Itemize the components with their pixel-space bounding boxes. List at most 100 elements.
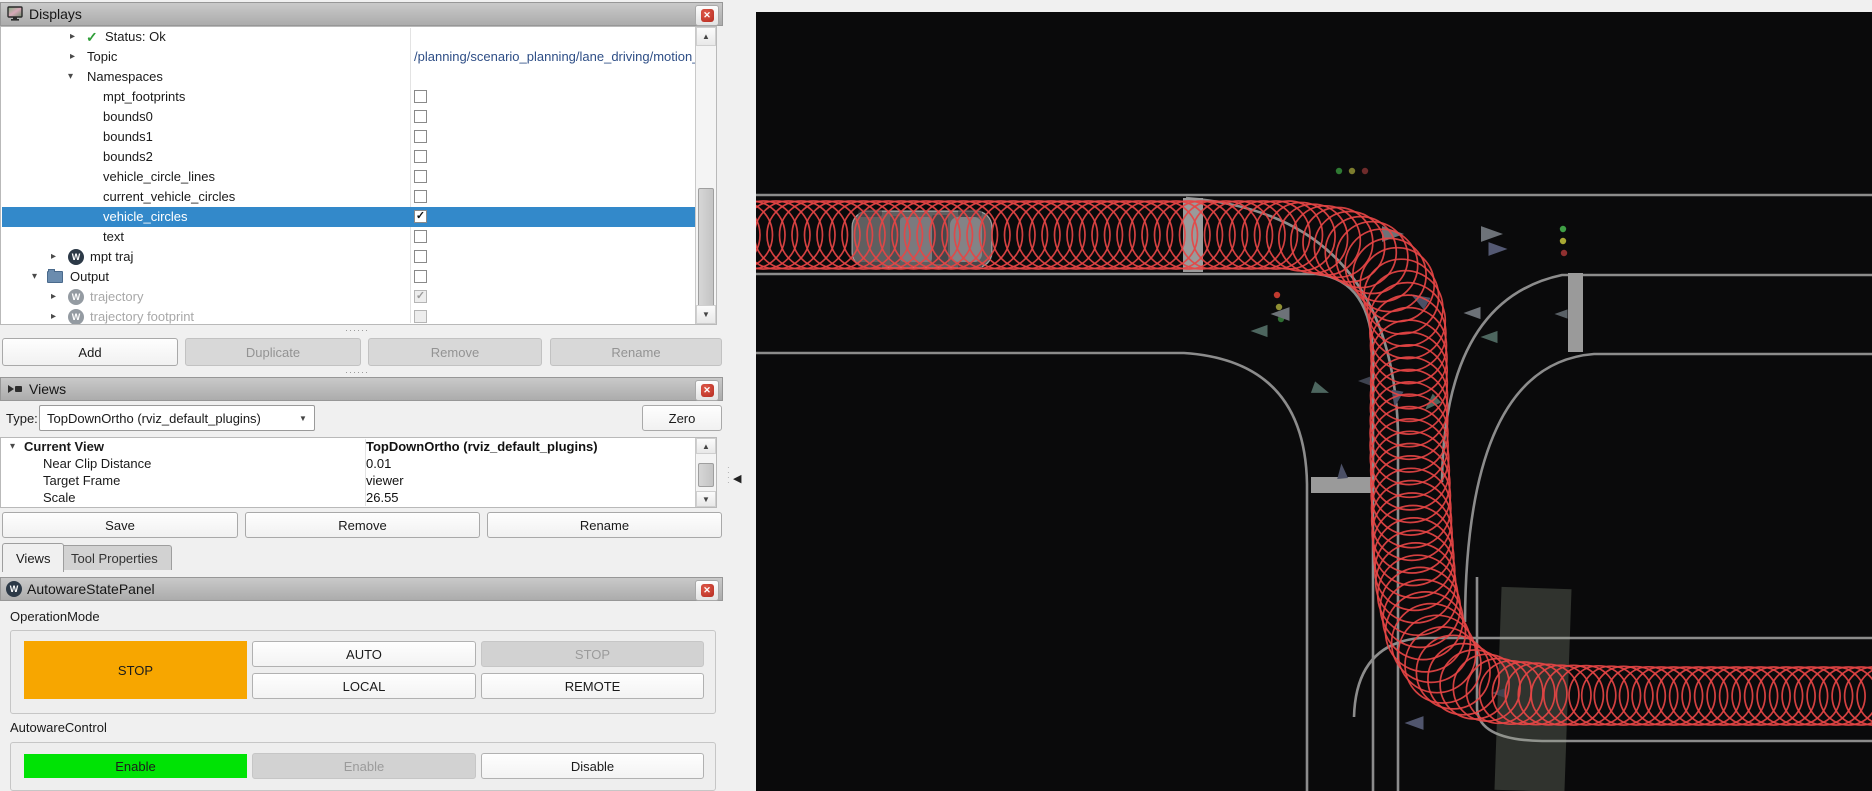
checkbox[interactable] bbox=[414, 190, 427, 203]
tree-row-bounds2[interactable]: bounds2 bbox=[2, 147, 715, 167]
operation-mode-status: STOP bbox=[24, 641, 247, 699]
close-icon: ✕ bbox=[701, 9, 714, 22]
property-row-near-clip[interactable]: Near Clip Distance 0.01 bbox=[2, 455, 694, 472]
expander-icon[interactable]: ▸ bbox=[51, 247, 56, 267]
checkbox[interactable] bbox=[414, 230, 427, 243]
local-button[interactable]: LOCAL bbox=[252, 673, 476, 699]
tree-row-mpt-footprints[interactable]: mpt_footprints bbox=[2, 87, 715, 107]
displays-close-button[interactable]: ✕ bbox=[695, 5, 719, 26]
checkbox[interactable] bbox=[414, 310, 427, 323]
current-view-table[interactable]: ▾ Current View TopDownOrtho (rviz_defaul… bbox=[0, 437, 717, 508]
rename-button[interactable]: Rename bbox=[550, 338, 722, 366]
tree-row-status[interactable]: ▸ ✓ Status: Ok bbox=[2, 27, 715, 47]
add-button[interactable]: Add bbox=[2, 338, 178, 366]
expander-icon[interactable]: ▸ bbox=[70, 47, 75, 67]
enable-button[interactable]: Enable bbox=[252, 753, 476, 779]
tab-tool-properties[interactable]: Tool Properties bbox=[57, 545, 172, 570]
autoware-panel-header[interactable]: W AutowareStatePanel ✕ bbox=[0, 577, 723, 601]
close-icon: ✕ bbox=[701, 384, 714, 397]
remove-button[interactable]: Remove bbox=[368, 338, 542, 366]
scroll-up-icon[interactable]: ▲ bbox=[696, 438, 716, 454]
checkbox[interactable] bbox=[414, 130, 427, 143]
traffic-light-dot bbox=[1336, 168, 1342, 174]
topic-value[interactable]: /planning/scenario_planning/lane_driving… bbox=[414, 47, 710, 67]
tree-row-bounds1[interactable]: bounds1 bbox=[2, 127, 715, 147]
tree-row-bounds0[interactable]: bounds0 bbox=[2, 107, 715, 127]
autoware-logo-icon: W bbox=[6, 581, 22, 597]
traffic-light-dot bbox=[1560, 226, 1566, 232]
displays-icon bbox=[6, 6, 23, 23]
tree-row-vehicle-circle-lines[interactable]: vehicle_circle_lines bbox=[2, 167, 715, 187]
autoware-control-label: AutowareControl bbox=[10, 720, 107, 735]
tree-row-namespaces[interactable]: ▾ Namespaces bbox=[2, 67, 715, 87]
traffic-light-dot bbox=[1349, 168, 1355, 174]
property-row-target-frame[interactable]: Target Frame viewer bbox=[2, 472, 694, 489]
save-button[interactable]: Save bbox=[2, 512, 238, 538]
expander-icon[interactable]: ▾ bbox=[10, 438, 15, 455]
stop-button[interactable]: STOP bbox=[481, 641, 704, 667]
splitter-handle[interactable]: ······ bbox=[345, 328, 369, 332]
tab-views[interactable]: Views bbox=[2, 543, 64, 572]
displays-tree[interactable]: ▸ ✓ Status: Ok ▸ Topic /planning/scenari… bbox=[0, 26, 717, 325]
checkbox[interactable] bbox=[414, 170, 427, 183]
expander-icon[interactable]: ▸ bbox=[51, 287, 56, 307]
expander-icon[interactable]: ▾ bbox=[68, 67, 73, 87]
scroll-up-icon[interactable]: ▲ bbox=[696, 27, 716, 46]
traffic-light-dot bbox=[1274, 292, 1280, 298]
checkbox[interactable] bbox=[414, 90, 427, 103]
expander-icon[interactable]: ▸ bbox=[70, 27, 75, 47]
checkbox[interactable] bbox=[414, 110, 427, 123]
disable-button[interactable]: Disable bbox=[481, 753, 704, 779]
tree-row-current-vehicle-circles[interactable]: current_vehicle_circles bbox=[2, 187, 715, 207]
checkbox[interactable] bbox=[414, 270, 427, 283]
tree-row-text[interactable]: text bbox=[2, 227, 715, 247]
property-row-current-view[interactable]: ▾ Current View TopDownOrtho (rviz_defaul… bbox=[2, 438, 694, 455]
render-viewport[interactable] bbox=[756, 12, 1872, 791]
traffic-light-dot bbox=[1560, 238, 1566, 244]
scroll-down-icon[interactable]: ▼ bbox=[696, 491, 716, 507]
folder-icon bbox=[47, 271, 63, 283]
tree-row-trajectory-footprint[interactable]: ▸ W trajectory footprint bbox=[2, 307, 715, 325]
view-rename-button[interactable]: Rename bbox=[487, 512, 722, 538]
scroll-down-icon[interactable]: ▼ bbox=[696, 305, 716, 324]
duplicate-button[interactable]: Duplicate bbox=[185, 338, 361, 366]
tree-row-vehicle-circles[interactable]: vehicle_circles bbox=[2, 207, 715, 227]
displays-panel-header[interactable]: Displays ✕ bbox=[0, 2, 723, 26]
views-close-button[interactable]: ✕ bbox=[695, 380, 719, 401]
traffic-light-dot bbox=[1362, 168, 1368, 174]
rviz-window: Displays ✕ ▸ ✓ Status: Ok ▸ Topic /plann… bbox=[0, 0, 1872, 791]
displays-panel-title: Displays bbox=[29, 6, 82, 22]
traffic-light-dot bbox=[1561, 250, 1567, 256]
view-remove-button[interactable]: Remove bbox=[245, 512, 480, 538]
tree-row-trajectory[interactable]: ▸ W trajectory bbox=[2, 287, 715, 307]
tree-row-topic[interactable]: ▸ Topic /planning/scenario_planning/lane… bbox=[2, 47, 715, 67]
remote-button[interactable]: REMOTE bbox=[481, 673, 704, 699]
displays-scrollbar[interactable]: ▲ ▼ bbox=[695, 27, 716, 324]
autoware-close-button[interactable]: ✕ bbox=[695, 580, 719, 601]
checkbox[interactable] bbox=[414, 210, 427, 223]
scene-canvas bbox=[756, 12, 1872, 791]
expander-icon[interactable]: ▾ bbox=[32, 267, 37, 287]
auto-button[interactable]: AUTO bbox=[252, 641, 476, 667]
views-panel-title: Views bbox=[29, 381, 66, 397]
splitter-handle[interactable]: ···· bbox=[727, 465, 730, 485]
type-label: Type: bbox=[6, 411, 38, 426]
view-type-select[interactable]: TopDownOrtho (rviz_default_plugins) ▼ bbox=[39, 405, 315, 431]
status-ok-check-icon: ✓ bbox=[86, 27, 98, 47]
views-scrollbar[interactable]: ▲ ▼ bbox=[695, 438, 716, 507]
property-row-scale[interactable]: Scale 26.55 bbox=[2, 489, 694, 506]
splitter-handle[interactable]: ······ bbox=[345, 370, 369, 374]
tree-row-mpt-traj[interactable]: ▸ W mpt traj bbox=[2, 247, 715, 267]
scrollbar-thumb[interactable] bbox=[698, 463, 714, 487]
scrollbar-thumb[interactable] bbox=[698, 188, 714, 308]
tree-row-output[interactable]: ▾ Output bbox=[2, 267, 715, 287]
checkbox[interactable] bbox=[414, 290, 427, 303]
checkbox[interactable] bbox=[414, 150, 427, 163]
stop-line-bar bbox=[1311, 477, 1373, 493]
views-panel-header[interactable]: Views ✕ bbox=[0, 377, 723, 401]
close-icon: ✕ bbox=[701, 584, 714, 597]
zero-button[interactable]: Zero bbox=[642, 405, 722, 431]
expander-icon[interactable]: ▸ bbox=[51, 307, 56, 325]
checkbox[interactable] bbox=[414, 250, 427, 263]
collapse-left-icon[interactable]: ◀ bbox=[733, 472, 741, 485]
